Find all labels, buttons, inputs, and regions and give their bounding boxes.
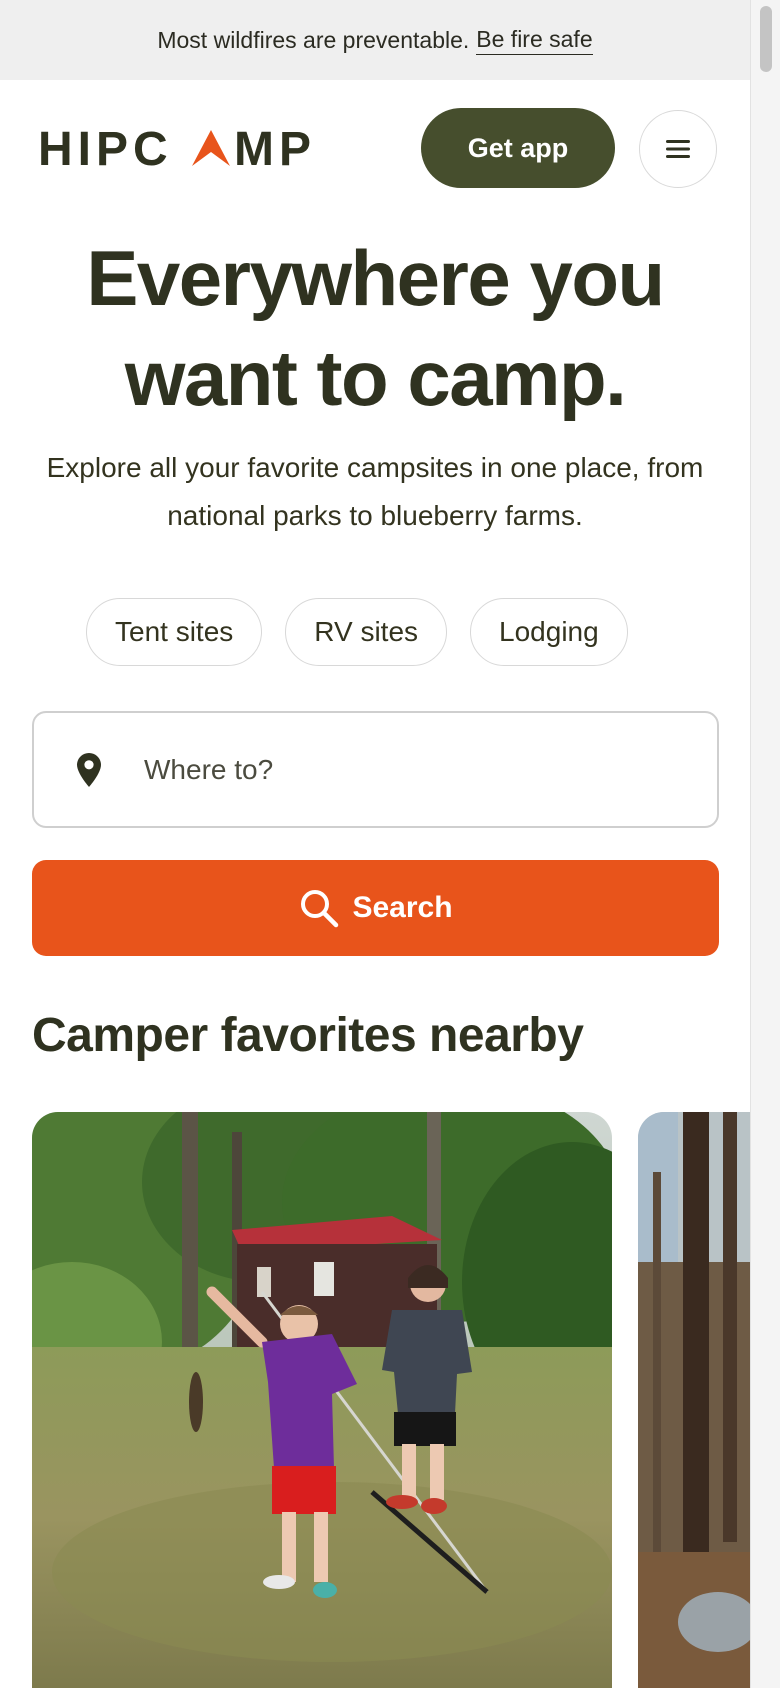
location-pin-icon [76, 751, 106, 789]
filter-chip-tent-sites[interactable]: Tent sites [86, 598, 263, 666]
menu-button[interactable] [639, 110, 717, 188]
destination-input[interactable] [142, 752, 646, 787]
filter-chip-lodging[interactable]: Lodging [470, 598, 628, 666]
banner-text: Most wildfires are preventable. [157, 26, 470, 53]
hero-subtitle: Explore all your favorite campsites in o… [46, 452, 704, 531]
hero-title: Everywhere you want to camp. [86, 234, 665, 422]
campsite-photo-next [638, 1112, 750, 1688]
get-app-button[interactable]: Get app [421, 108, 615, 188]
filter-chips: Tent sites RV sites Lodging [86, 598, 628, 666]
section-title: Camper favorites nearby [32, 1009, 584, 1062]
scrollbar-thumb[interactable] [760, 6, 772, 72]
svg-text:HIPC: HIPC [38, 123, 173, 174]
campsite-card[interactable] [32, 1112, 612, 1688]
fire-safe-link[interactable]: Be fire safe [476, 26, 593, 55]
search-icon [301, 890, 339, 928]
filter-chip-rv-sites[interactable]: RV sites [285, 598, 448, 666]
hamburger-menu-icon [666, 140, 690, 158]
logo-wordmark: HIPC MP [38, 123, 316, 174]
hipcamp-logo[interactable]: HIPC MP HIPCAMP [38, 120, 338, 174]
page-scrollbar[interactable] [750, 0, 780, 1688]
search-button-label: Search [352, 891, 453, 924]
svg-text:MP: MP [234, 123, 316, 174]
campsite-card-next[interactable] [638, 1112, 750, 1688]
campsite-photo [32, 1112, 612, 1688]
fire-safety-banner: Most wildfires are preventable. Be fire … [0, 0, 750, 80]
search-button[interactable]: Search [32, 860, 719, 956]
destination-search-field[interactable] [32, 711, 719, 828]
